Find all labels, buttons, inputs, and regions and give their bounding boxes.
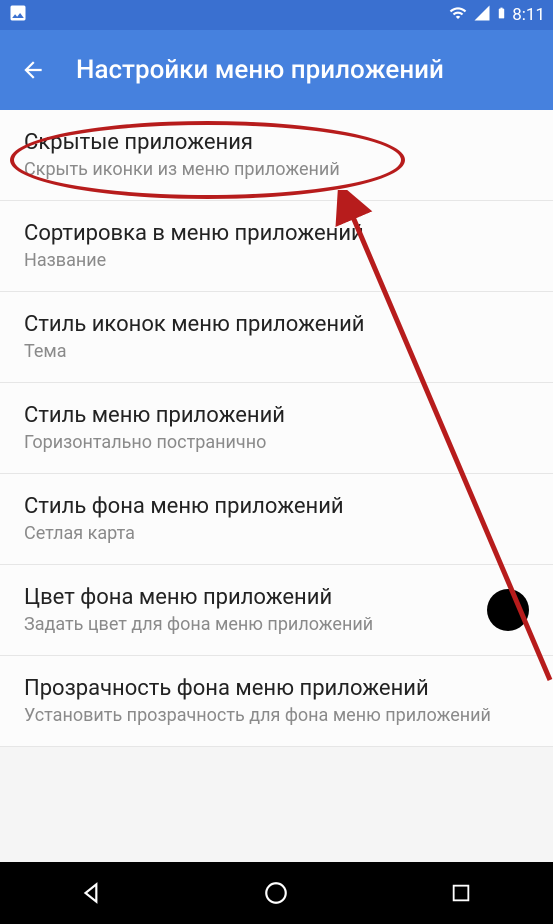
settings-item-bg-color[interactable]: Цвет фона меню приложений Задать цвет дл… bbox=[0, 565, 553, 656]
settings-item-hidden-apps[interactable]: Скрытые приложения Скрыть иконки из меню… bbox=[0, 110, 553, 201]
navigation-bar bbox=[0, 862, 553, 924]
settings-list: Скрытые приложения Скрыть иконки из меню… bbox=[0, 110, 553, 747]
triangle-back-icon bbox=[79, 880, 105, 906]
settings-item-bg-opacity[interactable]: Прозрачность фона меню приложений Устано… bbox=[0, 656, 553, 747]
item-title: Стиль меню приложений bbox=[24, 403, 529, 428]
picture-icon bbox=[8, 3, 28, 28]
item-title: Цвет фона меню приложений bbox=[24, 585, 475, 610]
circle-home-icon bbox=[263, 880, 289, 906]
square-recent-icon bbox=[450, 882, 472, 904]
battery-icon bbox=[495, 3, 508, 28]
item-subtitle: Горизонтально постранично bbox=[24, 432, 529, 453]
item-title: Прозрачность фона меню приложений bbox=[24, 676, 529, 701]
status-time: 8:11 bbox=[512, 5, 545, 25]
status-bar: 8:11 bbox=[0, 0, 553, 30]
item-title: Сортировка в меню приложений bbox=[24, 221, 529, 246]
item-title: Стиль иконок меню приложений bbox=[24, 312, 529, 337]
settings-item-icon-style[interactable]: Стиль иконок меню приложений Тема bbox=[0, 292, 553, 383]
item-subtitle: Скрыть иконки из меню приложений bbox=[24, 159, 529, 180]
nav-home-button[interactable] bbox=[236, 873, 316, 913]
item-subtitle: Сетлая карта bbox=[24, 523, 529, 544]
back-button[interactable] bbox=[18, 55, 48, 85]
settings-item-menu-style[interactable]: Стиль меню приложений Горизонтально пост… bbox=[0, 383, 553, 474]
app-header: Настройки меню приложений bbox=[0, 30, 553, 110]
item-subtitle: Установить прозрачность для фона меню пр… bbox=[24, 705, 529, 726]
signal-icon bbox=[473, 4, 491, 27]
settings-item-bg-style[interactable]: Стиль фона меню приложений Сетлая карта bbox=[0, 474, 553, 565]
item-subtitle: Тема bbox=[24, 341, 529, 362]
arrow-back-icon bbox=[20, 57, 46, 83]
item-title: Скрытые приложения bbox=[24, 130, 529, 155]
page-title: Настройки меню приложений bbox=[76, 55, 444, 85]
wifi-icon bbox=[447, 4, 469, 27]
item-subtitle: Задать цвет для фона меню приложений bbox=[24, 614, 475, 635]
item-title: Стиль фона меню приложений bbox=[24, 494, 529, 519]
settings-item-sort[interactable]: Сортировка в меню приложений Название bbox=[0, 201, 553, 292]
nav-back-button[interactable] bbox=[52, 873, 132, 913]
nav-recent-button[interactable] bbox=[421, 873, 501, 913]
item-subtitle: Название bbox=[24, 250, 529, 271]
color-swatch bbox=[487, 589, 529, 631]
